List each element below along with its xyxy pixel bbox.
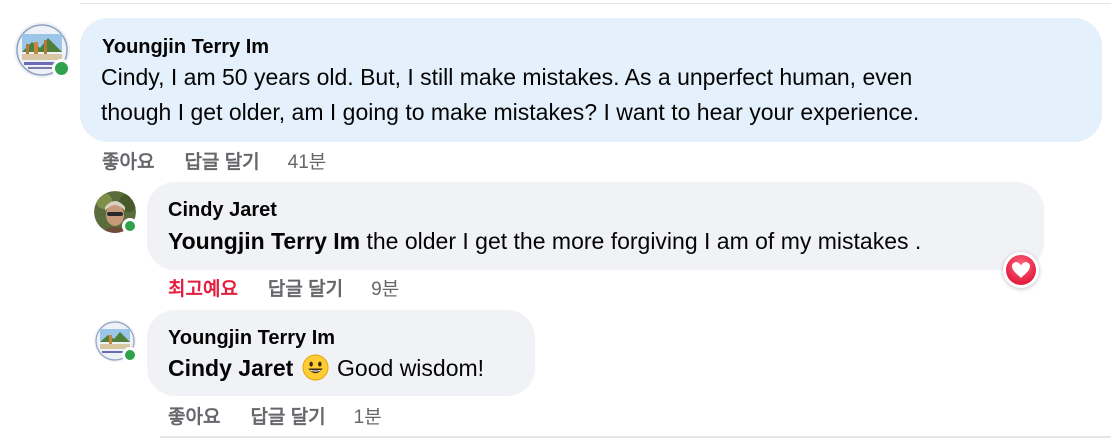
comment-text: Cindy Jaret Good wisdom! — [168, 351, 484, 386]
comment-text-line: Cindy, I am 50 years old. But, I still m… — [101, 64, 913, 90]
comment-text-line: though I get older, am I going to make m… — [101, 99, 920, 125]
reply-button[interactable]: 답글 달기 — [268, 274, 343, 301]
comment-actions: 좋아요 답글 달기 41분 — [102, 147, 326, 174]
grinning-face-icon — [302, 354, 329, 381]
reaction-badge[interactable] — [1003, 252, 1039, 288]
reply-button[interactable]: 답글 달기 — [184, 147, 259, 174]
avatar[interactable] — [94, 191, 138, 234]
comment-actions: 좋아요 답글 달기 1분 — [168, 402, 382, 429]
comment-timestamp[interactable]: 1분 — [354, 402, 382, 429]
mention-link[interactable]: Cindy Jaret — [168, 355, 293, 381]
bottom-divider — [160, 436, 1111, 438]
love-reaction-button[interactable]: 최고예요 — [168, 274, 238, 301]
mention-link[interactable]: Youngjin Terry Im — [168, 228, 360, 254]
reply-button[interactable]: 답글 달기 — [250, 402, 325, 429]
comment-author[interactable]: Youngjin Terry Im — [102, 36, 269, 59]
like-button[interactable]: 좋아요 — [102, 147, 154, 174]
comment-body: the older I get the more forgiving I am … — [360, 228, 922, 254]
like-button[interactable]: 좋아요 — [168, 402, 220, 429]
online-status-dot — [122, 218, 138, 234]
comment-author[interactable]: Youngjin Terry Im — [168, 327, 335, 350]
online-status-dot — [122, 347, 138, 363]
comment-timestamp[interactable]: 41분 — [288, 147, 327, 174]
top-divider — [80, 3, 1111, 4]
comment-text: Youngjin Terry Im the older I get the mo… — [168, 224, 921, 259]
comment-actions: 최고예요 답글 달기 9분 — [168, 274, 399, 301]
avatar[interactable] — [94, 320, 138, 363]
heart-icon — [1006, 255, 1036, 285]
comment-body: Good wisdom! — [337, 355, 485, 381]
avatar[interactable] — [14, 22, 71, 78]
comment-timestamp[interactable]: 9분 — [371, 274, 399, 301]
online-status-dot — [52, 59, 71, 78]
comment-author[interactable]: Cindy Jaret — [168, 199, 277, 222]
